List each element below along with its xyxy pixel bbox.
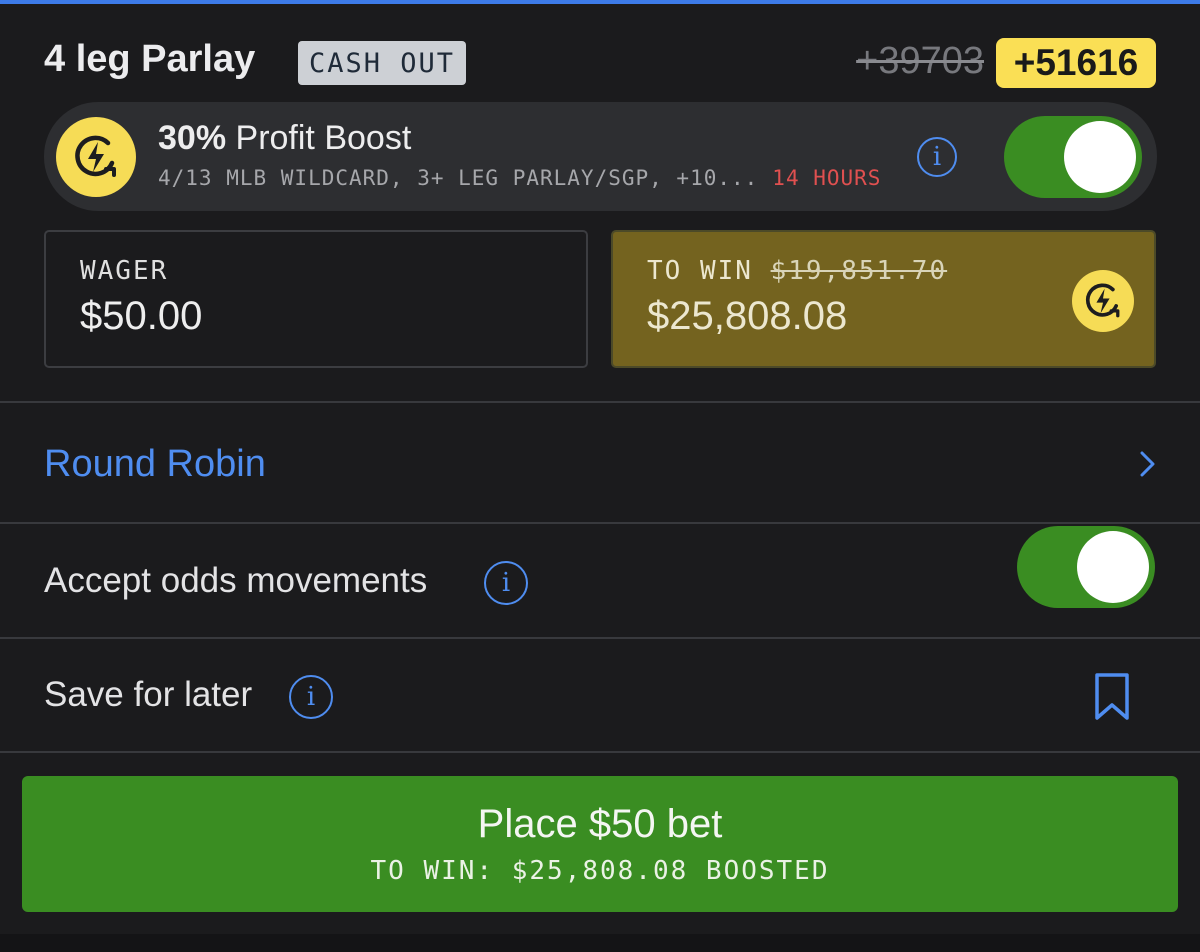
boost-description: 4/13 MLB WILDCARD, 3+ LEG PARLAY/SGP, +1…: [158, 166, 759, 190]
divider: [0, 522, 1200, 524]
boost-expiry: 14 HOURS: [772, 166, 882, 190]
boost-title: 30% Profit Boost: [158, 119, 411, 158]
profit-boost-card[interactable]: 30% Profit Boost 4/13 MLB WILDCARD, 3+ L…: [44, 102, 1157, 211]
original-odds: +39703: [856, 40, 984, 82]
save-later-label: Save for later: [44, 675, 253, 714]
wager-value: $50.00: [80, 294, 203, 338]
divider: [0, 401, 1200, 403]
round-robin-link[interactable]: Round Robin: [44, 443, 266, 486]
divider: [0, 751, 1200, 753]
chevron-right-icon[interactable]: [1132, 449, 1162, 479]
lightning-boost-icon: [1072, 270, 1134, 332]
accept-odds-label: Accept odds movements: [44, 561, 428, 600]
accept-odds-toggle[interactable]: [1017, 526, 1155, 608]
boost-percent: 30%: [158, 119, 227, 157]
toggle-knob: [1064, 121, 1136, 193]
divider: [0, 637, 1200, 639]
save-later-info-icon[interactable]: i: [289, 675, 333, 719]
bookmark-icon[interactable]: [1093, 672, 1131, 722]
wager-label: WAGER: [80, 256, 169, 286]
lightning-boost-icon: [56, 117, 136, 197]
place-bet-sublabel: TO WIN: $25,808.08 BOOSTED: [370, 856, 830, 886]
to-win-value: $25,808.08: [647, 294, 848, 338]
cash-out-badge: CASH OUT: [298, 41, 466, 85]
accept-odds-info-icon[interactable]: i: [484, 561, 528, 605]
to-win-box: TO WIN $19,851.70 $25,808.08: [611, 230, 1156, 368]
boost-toggle[interactable]: [1004, 116, 1142, 198]
boost-description-line: 4/13 MLB WILDCARD, 3+ LEG PARLAY/SGP, +1…: [158, 166, 881, 190]
wager-box[interactable]: WAGER $50.00: [44, 230, 588, 368]
boosted-odds-badge: +51616: [996, 38, 1156, 88]
place-bet-button[interactable]: Place $50 bet TO WIN: $25,808.08 BOOSTED: [22, 776, 1178, 912]
top-accent-line: [0, 0, 1200, 4]
to-win-label-line: TO WIN $19,851.70: [647, 256, 947, 286]
boost-label: Profit Boost: [235, 119, 412, 157]
parlay-title: 4 leg Parlay: [44, 38, 256, 80]
toggle-knob: [1077, 531, 1149, 603]
place-bet-label: Place $50 bet: [477, 802, 723, 846]
to-win-original: $19,851.70: [770, 256, 948, 286]
bet-slip: 4 leg Parlay CASH OUT +39703 +51616 30% …: [0, 0, 1200, 952]
boost-info-icon[interactable]: i: [917, 137, 957, 177]
bottom-bar: [0, 934, 1200, 952]
to-win-label: TO WIN: [647, 256, 753, 286]
